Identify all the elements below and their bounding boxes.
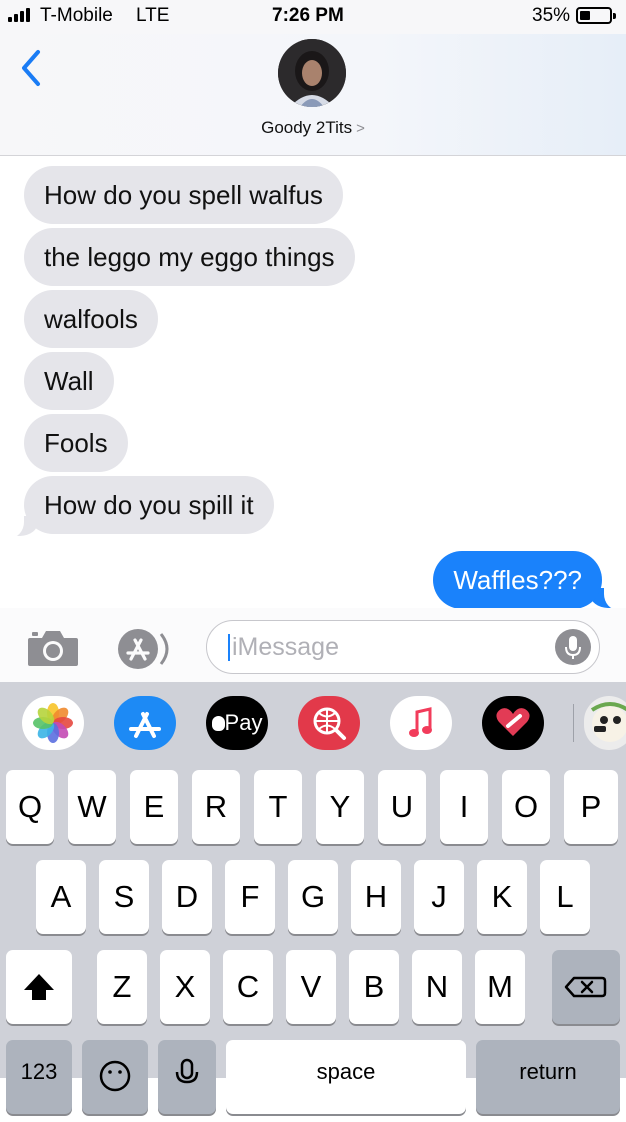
key-k[interactable]: K	[477, 860, 527, 934]
backspace-icon	[564, 976, 607, 998]
key-f[interactable]: F	[225, 860, 275, 934]
key-w[interactable]: W	[68, 770, 116, 844]
space-key[interactable]: space	[226, 1040, 466, 1114]
network-type: LTE	[136, 5, 170, 26]
key-s[interactable]: S	[99, 860, 149, 934]
carrier-name: T-Mobile	[40, 5, 113, 26]
shift-arrow-icon	[24, 974, 54, 1000]
app-store-button[interactable]	[117, 628, 179, 670]
emoji-key[interactable]	[82, 1040, 148, 1114]
apple-pay-label: Pay	[224, 710, 263, 735]
camera-icon	[28, 631, 78, 666]
signal-strength-icon	[8, 8, 38, 22]
incoming-message[interactable]: How do you spell walfus	[24, 166, 343, 224]
emoji-icon	[99, 1060, 131, 1092]
drawer-divider	[573, 704, 574, 742]
key-r[interactable]: R	[192, 770, 240, 844]
numbers-key[interactable]: 123	[6, 1040, 72, 1114]
avatar-photo	[278, 39, 346, 107]
delete-key[interactable]	[552, 950, 620, 1024]
microphone-icon	[565, 636, 581, 659]
digital-touch-button[interactable]	[482, 696, 544, 750]
key-j[interactable]: J	[414, 860, 464, 934]
music-app-button[interactable]	[390, 696, 452, 750]
key-c[interactable]: C	[223, 950, 273, 1024]
text-cursor	[228, 634, 230, 661]
battery-icon	[576, 7, 616, 24]
key-u[interactable]: U	[378, 770, 426, 844]
key-e[interactable]: E	[130, 770, 178, 844]
outgoing-message[interactable]: Waffles???	[433, 551, 602, 609]
contact-name-button[interactable]: Goody 2Tits >	[0, 118, 626, 138]
contact-name: Goody 2Tits	[261, 118, 353, 137]
key-t[interactable]: T	[254, 770, 302, 844]
microphone-icon	[175, 1058, 199, 1084]
message-thread: How do you spell walfus the leggo my egg…	[0, 156, 626, 610]
key-v[interactable]: V	[286, 950, 336, 1024]
shift-key[interactable]	[6, 950, 72, 1024]
key-o[interactable]: O	[502, 770, 550, 844]
keyboard: Q W E R T Y U I O P A S D F G H J K L Z …	[0, 764, 626, 1114]
key-d[interactable]: D	[162, 860, 212, 934]
incoming-message[interactable]: walfools	[24, 290, 158, 348]
key-y[interactable]: Y	[316, 770, 364, 844]
key-n[interactable]: N	[412, 950, 462, 1024]
key-x[interactable]: X	[160, 950, 210, 1024]
camera-button[interactable]	[26, 628, 80, 668]
key-h[interactable]: H	[351, 860, 401, 934]
apple-pay-button[interactable]: Pay	[206, 696, 268, 750]
incoming-message[interactable]: Wall	[24, 352, 114, 410]
memoji-button[interactable]	[584, 696, 626, 750]
key-b[interactable]: B	[349, 950, 399, 1024]
status-bar: T-Mobile LTE 7:26 PM 35%	[0, 0, 626, 34]
web-images-button[interactable]	[298, 696, 360, 750]
app-drawer: Pay	[0, 682, 626, 764]
conversation-header: Goody 2Tits >	[0, 34, 626, 156]
app-store-drawer-button[interactable]	[114, 696, 176, 750]
key-i[interactable]: I	[440, 770, 488, 844]
heart-icon	[496, 708, 530, 736]
chevron-left-icon	[22, 50, 40, 86]
key-g[interactable]: G	[288, 860, 338, 934]
contact-avatar[interactable]	[278, 39, 346, 107]
battery-percent: 35%	[532, 5, 571, 26]
photos-app-button[interactable]	[22, 696, 84, 750]
key-z[interactable]: Z	[97, 950, 147, 1024]
dictation-button[interactable]	[555, 629, 591, 665]
key-m[interactable]: M	[475, 950, 525, 1024]
photos-icon	[33, 703, 73, 743]
return-key[interactable]: return	[476, 1040, 620, 1114]
compose-bar: iMessage	[0, 608, 626, 682]
dictation-key[interactable]	[158, 1040, 216, 1114]
key-l[interactable]: L	[540, 860, 590, 934]
key-q[interactable]: Q	[6, 770, 54, 844]
key-p[interactable]: P	[564, 770, 618, 844]
memoji-icon	[590, 702, 626, 742]
message-input[interactable]: iMessage	[206, 620, 600, 674]
apple-logo-icon	[211, 716, 225, 731]
music-note-icon	[409, 707, 432, 737]
app-store-icon	[129, 712, 161, 738]
globe-search-icon	[313, 707, 346, 740]
status-time: 7:26 PM	[272, 5, 344, 26]
app-store-icon	[118, 629, 169, 669]
chevron-right-icon: >	[356, 120, 365, 137]
key-a[interactable]: A	[36, 860, 86, 934]
incoming-message[interactable]: How do you spill it	[24, 476, 274, 534]
back-button[interactable]	[14, 46, 50, 90]
incoming-message[interactable]: Fools	[24, 414, 128, 472]
incoming-message[interactable]: the leggo my eggo things	[24, 228, 355, 286]
message-placeholder: iMessage	[232, 633, 339, 661]
